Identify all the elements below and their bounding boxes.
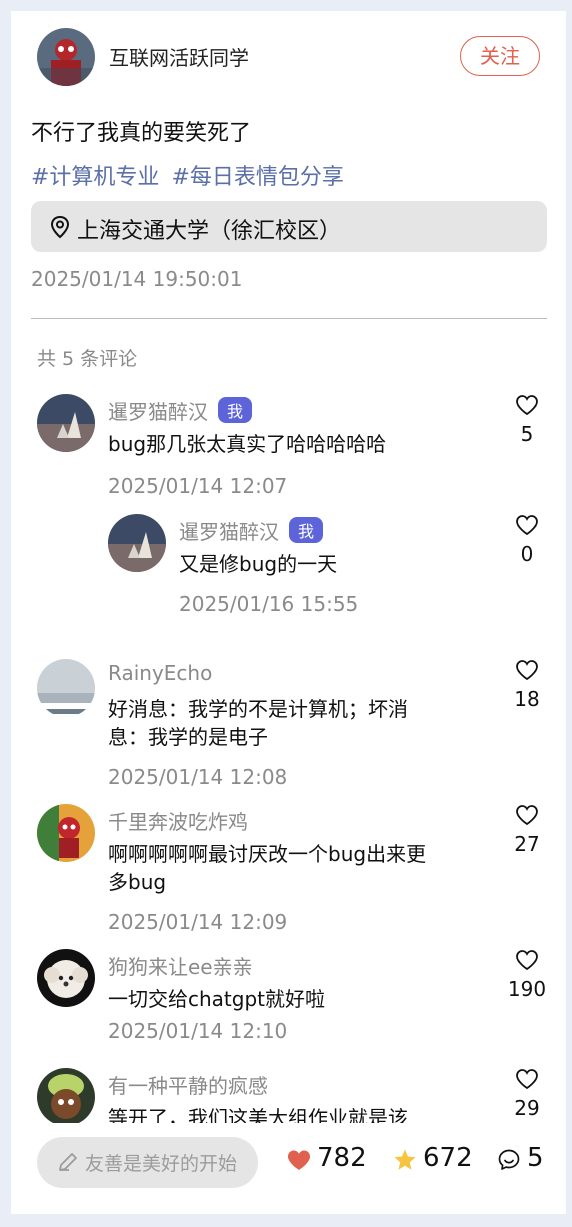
comment-like-button[interactable]: 0 xyxy=(507,514,547,566)
heart-outline-icon xyxy=(516,950,538,971)
me-badge: 我 xyxy=(218,397,253,423)
comment-text: 一切交给chatgpt就好啦 xyxy=(108,987,326,1011)
commenter-name[interactable]: 千里奔波吃炸鸡 xyxy=(108,806,248,835)
comment-time: 2025/01/14 12:07 xyxy=(108,474,288,498)
like-count: 782 xyxy=(317,1143,367,1173)
comment-time: 2025/01/14 12:09 xyxy=(108,910,288,934)
comment-like-button[interactable]: 5 xyxy=(507,394,547,446)
tag-daily-meme[interactable]: #每日表情包分享 xyxy=(171,165,343,190)
comment-text: 好消息：我学的不是计算机；坏消息：我学的是电子 xyxy=(108,697,408,749)
reply-item: 暹罗猫醉汉我 又是修bug的一天 2025/01/16 15:55 0 xyxy=(108,514,547,624)
comment-like-count: 0 xyxy=(520,542,534,566)
comment-like-count: 29 xyxy=(514,1096,540,1120)
heart-outline-icon xyxy=(516,660,538,681)
post-tags: #计算机专业 #每日表情包分享 xyxy=(31,159,356,191)
comment-text: bug那几张太真实了哈哈哈哈哈 xyxy=(108,432,387,456)
star-count: 672 xyxy=(423,1143,473,1173)
comment-time: 2025/01/16 15:55 xyxy=(179,592,359,616)
commenter-avatar[interactable] xyxy=(37,659,95,717)
commenter-name[interactable]: 狗狗来让ee亲亲 xyxy=(108,951,253,980)
pen-icon xyxy=(59,1153,77,1171)
post-time: 2025/01/14 19:50:01 xyxy=(31,267,243,291)
author-avatar[interactable] xyxy=(37,28,95,86)
comment-text: 又是修bug的一天 xyxy=(179,552,338,576)
comment-like-button[interactable]: 18 xyxy=(507,659,547,711)
comment-like-count: 190 xyxy=(507,977,547,1001)
heart-outline-icon xyxy=(516,515,538,536)
comment-time: 2025/01/14 12:08 xyxy=(108,765,288,789)
comment-item: 暹罗猫醉汉我 bug那几张太真实了哈哈哈哈哈 2025/01/14 12:07 … xyxy=(37,394,547,504)
comment-text: 啊啊啊啊啊最讨厌改一个bug出来更多bug xyxy=(108,842,427,894)
comment-item: RainyEcho 好消息：我学的不是计算机；坏消息：我学的是电子 2025/0… xyxy=(37,659,547,789)
heart-filled-icon xyxy=(288,1150,310,1170)
like-post-button[interactable]: 782 xyxy=(287,1143,367,1177)
location-pin-icon xyxy=(50,215,70,239)
star-filled-icon xyxy=(394,1149,416,1170)
post-header: 互联网活跃同学 关注 xyxy=(37,28,540,86)
commenter-name[interactable]: 暹罗猫醉汉我 xyxy=(179,516,324,545)
comment-input[interactable]: 友善是美好的开始 xyxy=(37,1137,258,1188)
comment-input-placeholder: 友善是美好的开始 xyxy=(85,1153,238,1175)
heart-outline-icon xyxy=(516,395,538,416)
comment-like-count: 27 xyxy=(514,832,540,856)
post-text: 不行了我真的要笑死了 xyxy=(31,121,252,146)
comment-like-count: 5 xyxy=(520,422,534,446)
comment-item: 狗狗来让ee亲亲 一切交给chatgpt就好啦 2025/01/14 12:10… xyxy=(37,949,547,1059)
comment-total-count: 5 xyxy=(527,1143,544,1173)
commenter-name[interactable]: 有一种平静的疯感 xyxy=(108,1070,268,1099)
comment-item: 千里奔波吃炸鸡 啊啊啊啊啊最讨厌改一个bug出来更多bug 2025/01/14… xyxy=(37,804,547,934)
comment-like-button[interactable]: 29 xyxy=(507,1068,547,1120)
heart-outline-icon xyxy=(516,805,538,826)
commenter-avatar[interactable] xyxy=(108,514,166,572)
commenter-name[interactable]: RainyEcho xyxy=(108,661,212,685)
star-post-button[interactable]: 672 xyxy=(393,1143,473,1177)
commenter-avatar[interactable] xyxy=(37,949,95,1007)
comment-like-button[interactable]: 27 xyxy=(507,804,547,856)
heart-outline-icon xyxy=(516,1069,538,1090)
comment-post-button[interactable]: 5 xyxy=(497,1143,547,1177)
comment-like-button[interactable]: 190 xyxy=(507,949,547,1001)
me-badge: 我 xyxy=(289,517,324,543)
author-name[interactable]: 互联网活跃同学 xyxy=(109,42,249,71)
location-text: 上海交通大学（徐汇校区） xyxy=(77,219,342,244)
follow-button[interactable]: 关注 xyxy=(460,36,540,76)
divider xyxy=(31,318,547,319)
post-detail-card: 互联网活跃同学 关注 不行了我真的要笑死了 #计算机专业 #每日表情包分享 上海交… xyxy=(11,11,566,1214)
commenter-avatar[interactable] xyxy=(37,1068,95,1126)
commenter-avatar[interactable] xyxy=(37,804,95,862)
comment-bubble-icon xyxy=(498,1149,520,1170)
commenter-name[interactable]: 暹罗猫醉汉我 xyxy=(108,396,253,425)
location-chip[interactable]: 上海交通大学（徐汇校区） xyxy=(31,201,547,252)
comment-time: 2025/01/14 12:10 xyxy=(108,1019,288,1043)
commenter-avatar[interactable] xyxy=(37,394,95,452)
bottom-action-bar: 友善是美好的开始 782 672 5 xyxy=(11,1123,566,1214)
comment-count: 共 5 条评论 xyxy=(37,348,138,370)
comment-like-count: 18 xyxy=(514,687,540,711)
tag-computer-major[interactable]: #计算机专业 xyxy=(31,165,159,190)
